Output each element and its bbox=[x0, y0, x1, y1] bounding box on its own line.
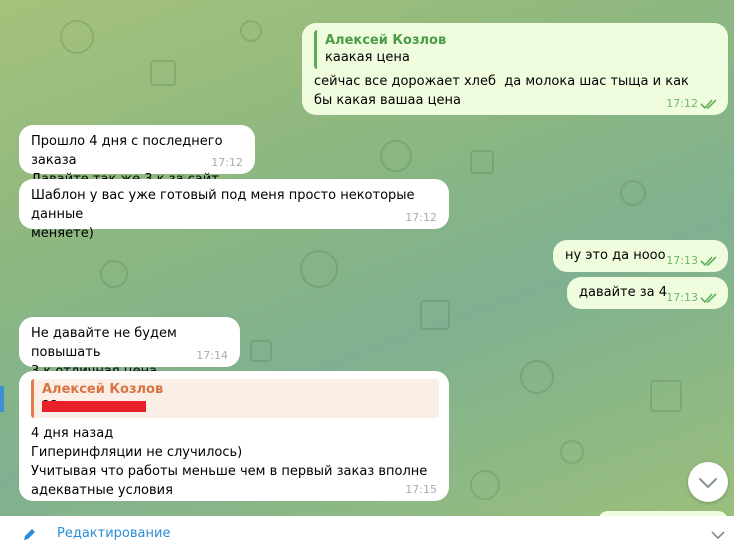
message-bubble-outgoing[interactable]: ну это да нооо 17:13 bbox=[553, 240, 728, 272]
message-bubble-incoming[interactable]: Алексей Козлов 22 4 дня назад Гиперинфля… bbox=[19, 371, 449, 501]
message-bubble-incoming[interactable]: Прошло 4 дня с последнего заказа Давайте… bbox=[19, 125, 255, 187]
selection-marker bbox=[0, 386, 4, 412]
message-bubble-incoming[interactable]: Шаблон у вас уже готовый под меня просто… bbox=[19, 179, 449, 241]
reply-author: Алексей Козлов bbox=[325, 33, 447, 48]
message-time: 17:13 bbox=[666, 291, 698, 304]
edit-bar[interactable]: Редактирование bbox=[0, 516, 734, 542]
message-text: 4 дня назад Гиперинфляции не случилось) … bbox=[31, 426, 428, 498]
edit-label: Редактирование bbox=[57, 526, 171, 541]
reply-text: каакая цена bbox=[325, 50, 410, 65]
message-bubble-incoming[interactable]: Не давайте не будем повышать 3 к отлична… bbox=[19, 317, 240, 379]
message-text: сейчас все дорожает хлеб да молока шас т… bbox=[314, 74, 694, 108]
pencil-icon bbox=[24, 529, 35, 540]
message-bubble-outgoing[interactable]: давайте за 4 17:13 bbox=[567, 277, 728, 309]
reply-quote[interactable]: Алексей Козлов 22 bbox=[31, 379, 439, 418]
reply-quote[interactable]: Алексей Козлов каакая цена bbox=[314, 30, 718, 69]
message-bubble-outgoing[interactable]: Алексей Козлов каакая цена сейчас все до… bbox=[302, 23, 728, 115]
scroll-to-bottom-button[interactable] bbox=[688, 462, 728, 502]
chevron-down-icon bbox=[699, 478, 717, 488]
message-time: 17:12 bbox=[405, 211, 437, 224]
message-text: Шаблон у вас уже готовый под меня просто… bbox=[31, 188, 415, 241]
double-check-icon bbox=[700, 256, 717, 267]
reply-author: Алексей Козлов bbox=[42, 382, 164, 397]
reply-text: 22 bbox=[42, 398, 431, 415]
double-check-icon bbox=[700, 293, 717, 304]
chevron-down-icon[interactable] bbox=[710, 530, 726, 540]
redaction-bar bbox=[42, 401, 146, 412]
double-check-icon bbox=[700, 99, 717, 110]
message-time: 17:12 bbox=[211, 156, 243, 169]
message-time: 17:14 bbox=[196, 349, 228, 362]
message-time: 17:15 bbox=[405, 483, 437, 496]
message-time: 17:12 bbox=[666, 97, 698, 110]
message-time: 17:13 bbox=[666, 254, 698, 267]
